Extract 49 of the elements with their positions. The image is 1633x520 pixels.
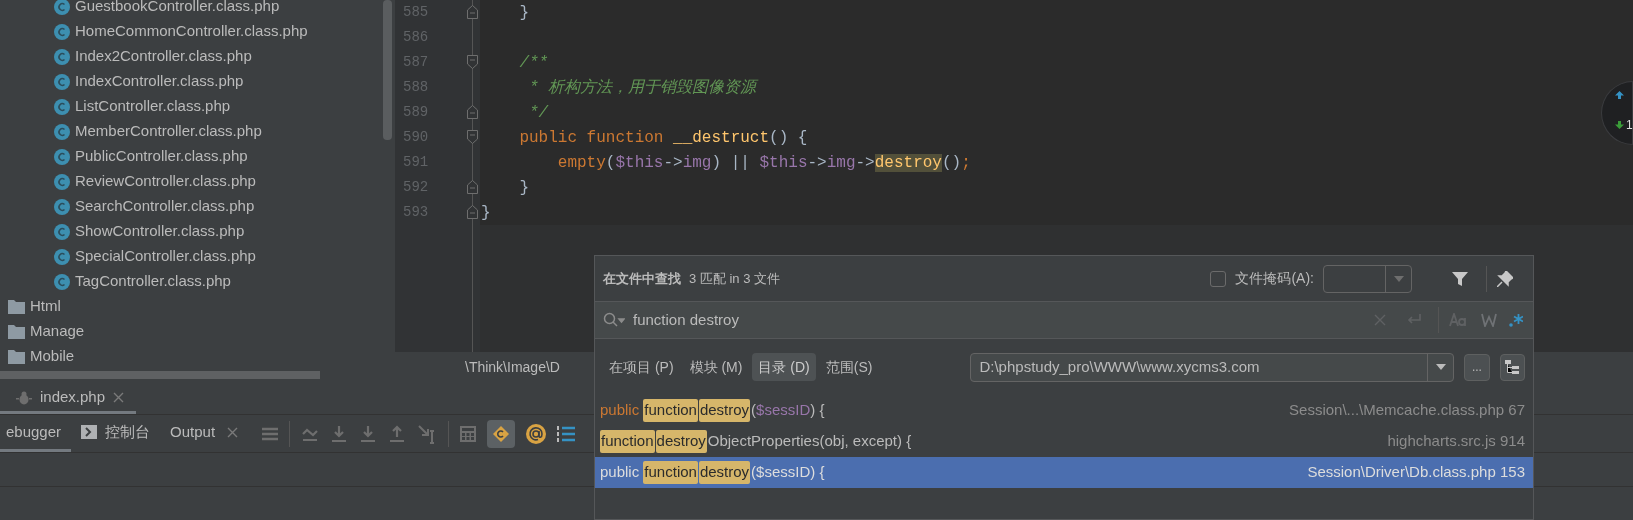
result-location: Session\...\Memcache.class.php 67 xyxy=(1289,400,1525,421)
code-line: empty($this->img) || $this->img->destroy(); xyxy=(556,152,971,174)
tree-item[interactable]: Html xyxy=(30,295,61,318)
tree-item[interactable]: Manage xyxy=(30,320,85,343)
tree-item[interactable]: GuestbookController.class.php xyxy=(75,0,280,18)
browse-button[interactable]: ... xyxy=(1464,353,1490,381)
tree-item[interactable]: IndexController.class.php xyxy=(75,70,244,93)
code-line: } xyxy=(518,177,529,199)
popup-title: 在文件中查找 xyxy=(603,269,681,288)
match-summary: 3 匹配 in 3 文件 xyxy=(689,269,781,288)
file-mask-label: 文件掩码(A): xyxy=(1235,269,1314,288)
code-line: } xyxy=(481,202,491,224)
scope-tab[interactable]: 目录 (D) xyxy=(752,353,816,381)
panel-tab[interactable]: ebugger xyxy=(0,415,72,452)
tree-item[interactable]: ListController.class.php xyxy=(75,95,231,118)
result-code: function destroyObjectProperties(obj, except) { xyxy=(600,430,912,453)
result-row[interactable]: function destroyObjectProperties(obj, except) { highcharts.src.js 914 xyxy=(595,426,1533,457)
tree-item[interactable]: ReviewController.class.php xyxy=(75,170,256,193)
count-label: 1 xyxy=(1626,119,1633,131)
result-location: highcharts.src.js 914 xyxy=(1387,431,1525,452)
result-row[interactable]: public function destroy($sessID) { Session\...\Memcache.class.php 67 xyxy=(595,395,1533,426)
scope-tab[interactable]: 范围(S) xyxy=(819,353,879,381)
result-code: public function destroy($sessID) { xyxy=(600,399,825,422)
tree-item[interactable]: Index2Controller.class.php xyxy=(75,45,252,68)
tree-item[interactable]: ShowController.class.php xyxy=(75,220,245,243)
tree-item[interactable]: MemberController.class.php xyxy=(75,120,262,143)
directory-dropdown[interactable]: D:\phpstudy_pro\WWW\www.xycms3.com xyxy=(970,352,1455,382)
tree-item[interactable]: HomeCommonController.class.php xyxy=(75,20,308,43)
search-field[interactable]: function destroy xyxy=(595,301,1533,339)
tree-item[interactable]: SearchController.class.php xyxy=(75,195,255,218)
tree-item[interactable]: Mobile xyxy=(30,345,75,368)
tree-item[interactable]: TagController.class.php xyxy=(75,270,231,293)
scope-tab[interactable]: 在项目 (P) xyxy=(603,353,680,381)
code-line: } xyxy=(518,2,529,24)
code-line: public function __destruct() { xyxy=(518,127,808,149)
session-tab[interactable]: index.php xyxy=(0,384,137,414)
result-row[interactable]: public function destroy($sessID) { Session\Driver\Db.class.php 153 xyxy=(595,457,1533,488)
result-location: Session\Driver\Db.class.php 153 xyxy=(1307,462,1525,483)
panel-tab[interactable]: Output xyxy=(160,415,249,452)
result-code: public function destroy($sessID) { xyxy=(600,461,825,484)
query-text: function destroy xyxy=(633,309,739,330)
code-comment: * 析构方法，用于销毁图像资源 xyxy=(528,77,757,99)
code-comment: /** xyxy=(518,52,549,74)
panel-tab[interactable]: 控制台 xyxy=(71,415,161,452)
tree-item[interactable]: SpecialController.class.php xyxy=(75,245,256,268)
scope-tab[interactable]: 模块 (M) xyxy=(683,353,749,381)
tree-item[interactable]: PublicController.class.php xyxy=(75,145,248,168)
breadcrumb[interactable]: \Think\Image\D xyxy=(465,356,560,378)
code-comment: */ xyxy=(528,102,549,124)
